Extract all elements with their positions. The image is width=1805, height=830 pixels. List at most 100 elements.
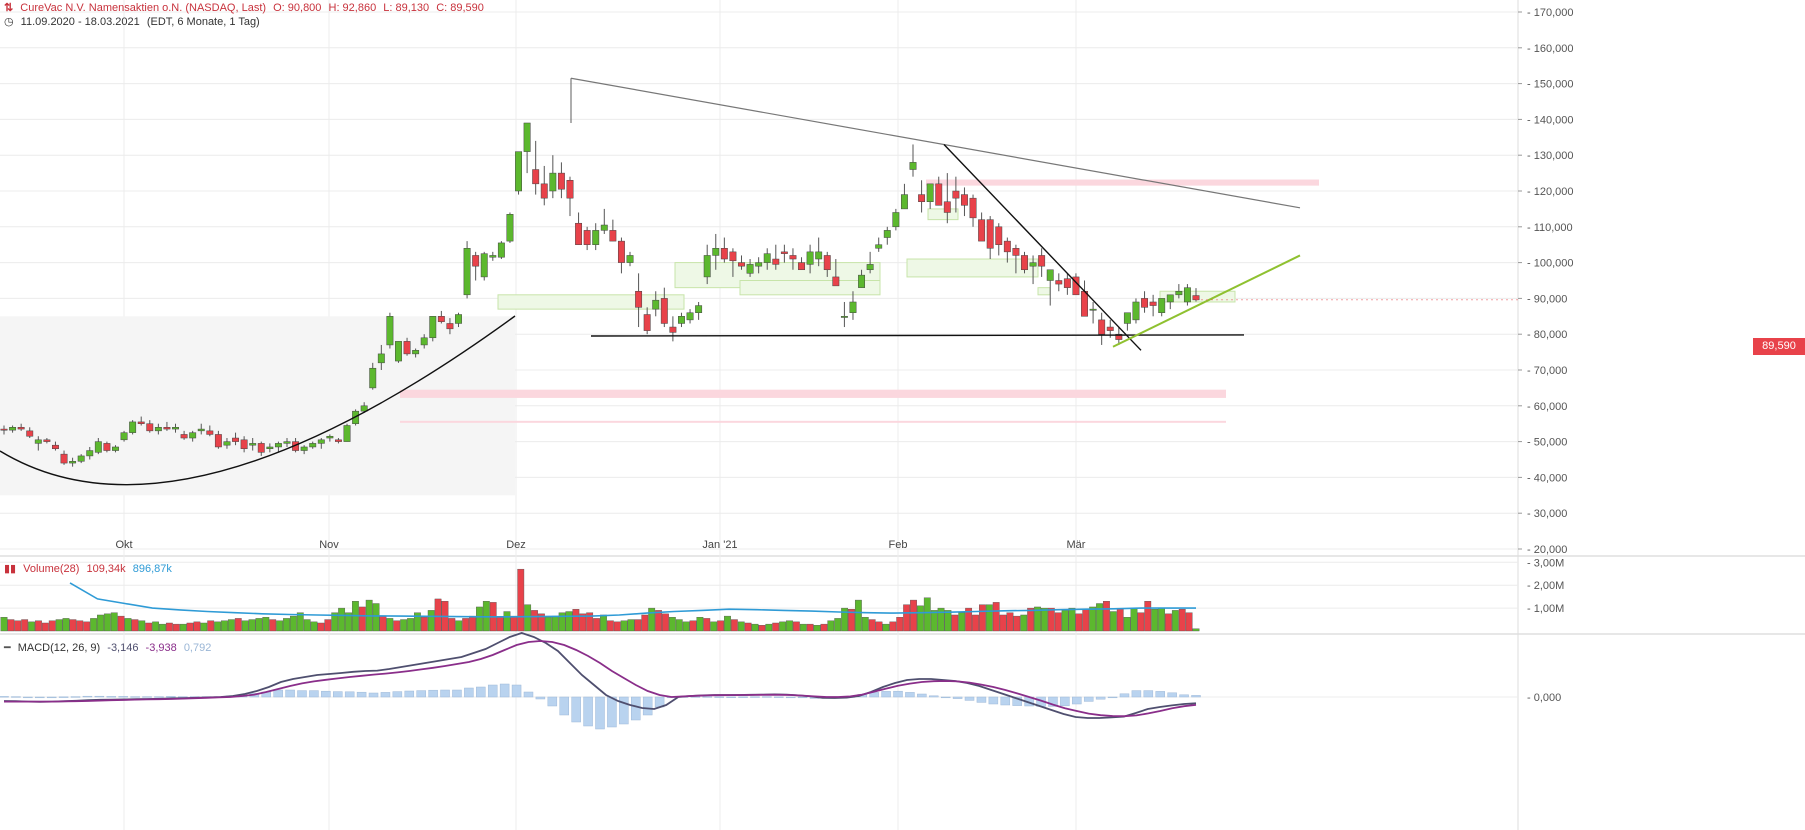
volume-bar	[923, 597, 931, 632]
uptrend-line	[1112, 254, 1301, 348]
candle-up	[154, 427, 162, 432]
candle-up	[883, 230, 891, 238]
candle-up	[909, 162, 917, 170]
candle-up	[369, 367, 377, 389]
candle-down	[214, 434, 222, 448]
macd-histogram-bar	[46, 696, 57, 699]
volume-bar	[779, 621, 786, 632]
volume-bar	[372, 603, 380, 632]
candle-up	[746, 264, 754, 274]
candle-down	[17, 427, 25, 430]
volume-bar	[248, 619, 256, 632]
volume-bar	[744, 622, 752, 632]
volume-bar	[1144, 601, 1152, 632]
volume-bar	[427, 610, 435, 632]
support-band	[400, 389, 1226, 398]
macd-value: -3,146	[107, 642, 139, 654]
macd-histogram-bar	[1060, 696, 1070, 707]
macd-histogram-bar	[11, 696, 21, 698]
volume-bar	[165, 622, 173, 632]
macd-histogram-bar	[392, 691, 403, 698]
volume-bar	[448, 618, 456, 632]
candle-down	[403, 341, 411, 355]
bar-chart-icon[interactable]: ▮▮	[4, 563, 16, 575]
volume-bar	[689, 620, 697, 632]
line-icon[interactable]: ━	[4, 642, 11, 654]
candle-down	[557, 172, 565, 190]
y-tick-label: - 50,000	[1527, 437, 1567, 449]
instrument-title[interactable]: CureVac N.V. Namensaktien o.N. (NASDAQ, …	[20, 2, 266, 14]
volume-bar	[985, 604, 993, 632]
volume-bar	[55, 619, 63, 632]
candle-up	[377, 353, 385, 364]
volume-bar	[737, 621, 745, 632]
macd-histogram-bar	[1072, 696, 1082, 705]
macd-histogram-bar	[1095, 696, 1106, 700]
volume-bar	[1123, 617, 1131, 632]
macd-histogram-bar	[523, 691, 534, 698]
candle-down	[437, 316, 445, 322]
volume-bar	[103, 613, 111, 632]
volume-bar	[186, 622, 194, 632]
macd-histogram-bar	[499, 683, 510, 698]
volume-bar	[276, 620, 284, 632]
macd-label[interactable]: MACD(12, 26, 9)	[18, 642, 101, 654]
candle-down	[918, 194, 926, 202]
macd-histogram-bar	[905, 692, 915, 698]
macd-histogram-bar	[738, 696, 748, 698]
y-tick-label: - 2,00M	[1527, 580, 1564, 592]
macd-histogram-bar	[1000, 696, 1011, 706]
macd-histogram-bar	[142, 696, 152, 698]
macd-histogram-bar	[130, 696, 140, 698]
volume-bar	[476, 606, 483, 632]
chart-canvas: - 170,000 - 160,000 - 150,000 - 140,000 - 13…	[0, 0, 1805, 830]
volume-bar	[979, 604, 986, 632]
macd-histogram-bar	[535, 696, 546, 700]
candle-down	[1106, 326, 1114, 331]
volume-bar	[179, 623, 187, 632]
y-tick-label: - 130,000	[1527, 150, 1573, 162]
volume-bar	[751, 623, 759, 632]
volume-bar	[338, 607, 346, 632]
macd-histogram-bar	[571, 696, 581, 723]
macd-histogram-bar	[988, 696, 999, 705]
chart-header: ⇅ CureVac N.V. Namensaktien o.N. (NASDAQ…	[4, 1, 488, 14]
volume-bar	[7, 619, 15, 632]
candle-up	[283, 441, 291, 444]
y-tick-label: - 20,000	[1527, 544, 1567, 556]
price-zones	[400, 179, 1319, 423]
macd-histogram-bar	[452, 689, 462, 698]
ohlc-close: C: 89,590	[436, 2, 484, 14]
volume-bar	[269, 619, 277, 632]
macd-histogram-bar	[118, 696, 128, 698]
macd-histogram-bar	[1107, 696, 1118, 699]
candle-up	[455, 314, 462, 324]
macd-histogram-bar	[607, 696, 617, 728]
gap-zone	[906, 258, 1039, 278]
volume-bar	[682, 621, 690, 632]
candle-down	[789, 255, 797, 260]
volume-bar	[1192, 628, 1200, 632]
gap-zone	[1037, 287, 1051, 296]
volume-bar	[806, 623, 814, 632]
volume-label[interactable]: Volume(28)	[23, 563, 79, 575]
y-tick-label: - 80,000	[1527, 329, 1567, 341]
volume-bar	[262, 617, 270, 632]
candle-down	[566, 180, 574, 199]
volume-bar	[386, 618, 394, 632]
macd-legend: ━ MACD(12, 26, 9) -3,146 -3,938 0,792	[4, 641, 215, 654]
y-tick-label: - 30,000	[1527, 508, 1567, 520]
volume-bar	[1006, 612, 1014, 632]
candle-down	[540, 183, 548, 199]
candle-down	[995, 226, 1003, 245]
volume-bar	[503, 611, 511, 632]
macd-histogram-bar	[631, 696, 641, 721]
volume-bar	[358, 606, 366, 632]
volume-bar	[593, 618, 600, 632]
volume-bar	[193, 621, 201, 632]
volume-bar	[696, 617, 704, 632]
volume-bar	[1185, 612, 1193, 632]
chart-type-icon[interactable]: ⇅	[4, 2, 13, 14]
candle-up	[678, 316, 685, 324]
candle-up	[463, 248, 471, 296]
